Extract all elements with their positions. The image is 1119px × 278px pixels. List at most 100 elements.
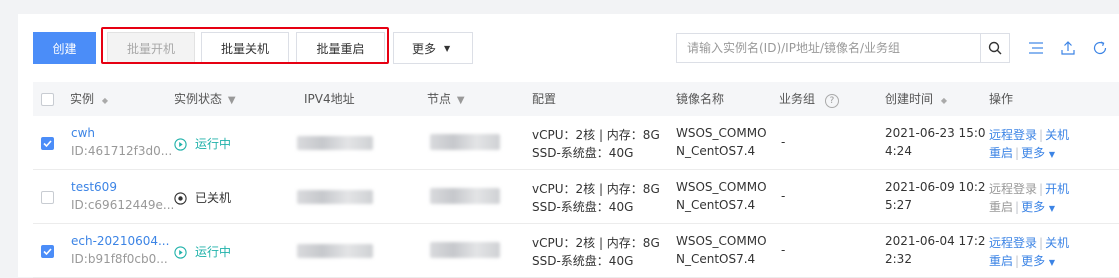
actions-line2: 重启 | 更多 ▼ <box>989 146 1056 160</box>
check-icon <box>43 248 52 256</box>
more-actions-label: 更多 <box>1021 146 1046 160</box>
refresh-icon[interactable] <box>1090 38 1110 58</box>
select-all-checkbox[interactable] <box>41 93 54 106</box>
image-name-line2: N_CentOS7.4 <box>676 252 756 266</box>
restart-link: 重启 <box>989 200 1014 214</box>
image-name-line2: N_CentOS7.4 <box>676 198 756 212</box>
remote-login-link[interactable]: 远程登录 <box>989 236 1037 250</box>
caret-down-icon: ▼ <box>1048 258 1056 267</box>
created-time-line1: 2021-06-04 17:2 <box>885 234 986 248</box>
config-disk: SSD-系统盘：40G <box>532 146 634 160</box>
help-icon[interactable]: ? <box>824 94 839 108</box>
table-row: ech-20210604... ID:b91f8f0cb0... 运行中 vCP… <box>33 224 1119 278</box>
status-running: 运行中 <box>174 135 231 152</box>
instance-id: ID:461712f3d0... <box>71 144 173 158</box>
header-config: 配置 <box>532 92 557 106</box>
search-input[interactable] <box>676 33 981 63</box>
more-actions-link[interactable]: 更多 ▼ <box>1021 254 1055 268</box>
created-time-line2: 2:32 <box>885 252 912 266</box>
header-status-label: 实例状态 <box>174 92 223 106</box>
created-time-line2: 4:24 <box>885 144 912 158</box>
header-instance-label: 实例 <box>70 92 95 106</box>
header-image: 镜像名称 <box>676 92 725 106</box>
instance-id: ID:c69612449e... <box>71 198 175 212</box>
instance-id: ID:b91f8f0cb0... <box>71 252 168 266</box>
row-checkbox[interactable] <box>41 245 54 258</box>
instance-name-link[interactable]: test609 <box>71 180 117 194</box>
config-disk: SSD-系统盘：40G <box>532 200 634 214</box>
search-icon <box>988 41 1002 55</box>
config-cpu-mem: vCPU：2核 | 内存：8G <box>532 182 660 196</box>
stopped-icon <box>174 192 187 205</box>
table-row: test609 ID:c69612449e... 已关机 vCPU：2核 | 内… <box>33 170 1119 224</box>
filter-icon: ▼ <box>456 95 465 106</box>
ipv4-redacted <box>297 190 373 204</box>
status-stopped: 已关机 <box>174 189 231 206</box>
actions-line2: 重启 | 更多 ▼ <box>989 254 1056 268</box>
ipv4-redacted <box>297 244 373 258</box>
created-time-line1: 2021-06-23 15:0 <box>885 126 986 140</box>
header-group: 业务组 ? <box>779 82 839 116</box>
actions-line1: 远程登录 | 关机 <box>989 128 1070 142</box>
created-time-line2: 5:27 <box>885 198 912 212</box>
header-created[interactable]: 创建时间 ◆ <box>885 82 947 116</box>
header-created-label: 创建时间 <box>885 92 934 106</box>
ipv4-redacted <box>297 136 373 150</box>
node-redacted <box>430 134 500 150</box>
row-checkbox[interactable] <box>41 137 54 150</box>
image-name-line2: N_CentOS7.4 <box>676 144 756 158</box>
created-time-line1: 2021-06-09 10:2 <box>885 180 986 194</box>
caret-down-icon: ▼ <box>1048 150 1056 159</box>
config-cpu-mem: vCPU：2核 | 内存：8G <box>532 236 660 250</box>
status-label: 运行中 <box>195 137 232 151</box>
restart-link[interactable]: 重启 <box>989 254 1013 268</box>
remote-login-link[interactable]: 远程登录 <box>989 128 1037 142</box>
instance-name-link[interactable]: ech-20210604... <box>71 234 169 248</box>
power-on-link[interactable]: 开机 <box>1045 182 1069 196</box>
more-actions-label: 更多 <box>1021 254 1046 268</box>
business-group: - <box>781 189 786 203</box>
play-icon <box>174 138 187 151</box>
caret-down-icon: ▼ <box>1048 204 1056 213</box>
image-name-line1: WSOS_COMMO <box>676 180 767 194</box>
batch-actions-highlight <box>101 27 389 64</box>
instance-name-link[interactable]: cwh <box>71 126 95 140</box>
header-node-label: 节点 <box>427 92 452 106</box>
more-actions-label: 更多 <box>1021 200 1046 214</box>
actions-line1: 远程登录 | 开机 <box>989 182 1070 196</box>
restart-link[interactable]: 重启 <box>989 146 1013 160</box>
more-dropdown-button[interactable]: 更多 ▼ <box>393 32 473 64</box>
power-off-link[interactable]: 关机 <box>1045 128 1069 142</box>
image-name-line1: WSOS_COMMO <box>676 234 767 248</box>
export-icon[interactable] <box>1058 38 1078 58</box>
more-actions-link[interactable]: 更多 ▼ <box>1021 146 1055 160</box>
node-redacted <box>430 242 500 258</box>
image-name-line1: WSOS_COMMO <box>676 126 767 140</box>
header-actions: 操作 <box>989 92 1014 106</box>
create-button[interactable]: 创建 <box>33 32 96 64</box>
check-icon <box>43 140 52 148</box>
sort-icon: ◆ <box>940 96 947 105</box>
filter-icon: ▼ <box>227 95 236 106</box>
sort-icon: ◆ <box>101 96 108 105</box>
column-settings-icon[interactable] <box>1026 38 1046 58</box>
header-status[interactable]: 实例状态 ▼ <box>174 82 236 116</box>
header-group-label: 业务组 <box>779 92 816 106</box>
row-checkbox[interactable] <box>41 191 54 204</box>
table-header: 实例 ◆ 实例状态 ▼ IPV4地址 节点 ▼ 配置 镜像名称 业务组 ? 创建… <box>33 82 1119 116</box>
status-label: 运行中 <box>195 245 232 259</box>
actions-line1: 远程登录 | 关机 <box>989 236 1070 250</box>
search-button[interactable] <box>980 33 1010 63</box>
header-node[interactable]: 节点 ▼ <box>427 82 465 116</box>
more-actions-link[interactable]: 更多 ▼ <box>1021 200 1055 214</box>
header-instance[interactable]: 实例 ◆ <box>70 82 108 116</box>
power-off-link[interactable]: 关机 <box>1045 236 1069 250</box>
remote-login-link: 远程登录 <box>989 182 1038 196</box>
config-cpu-mem: vCPU：2核 | 内存：8G <box>532 128 660 142</box>
status-running: 运行中 <box>174 243 231 260</box>
actions-line2: 重启 | 更多 ▼ <box>989 200 1056 214</box>
config-disk: SSD-系统盘：40G <box>532 254 634 268</box>
play-icon <box>174 246 187 259</box>
business-group: - <box>781 135 786 149</box>
status-label: 已关机 <box>195 191 232 205</box>
